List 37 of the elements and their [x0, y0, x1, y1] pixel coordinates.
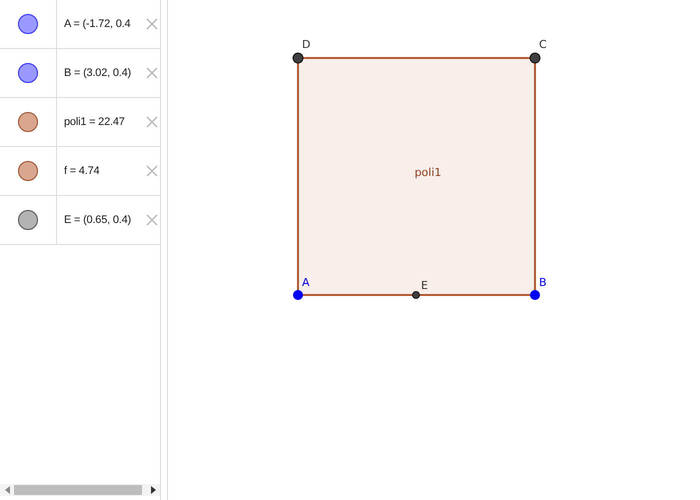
visibility-dot[interactable] [18, 63, 38, 83]
algebra-entry: E = (0.65, 0.4) [64, 214, 132, 226]
close-icon [146, 18, 158, 30]
point-label: A [302, 276, 310, 289]
point-label: D [302, 38, 310, 51]
close-icon [146, 214, 158, 226]
visibility-dot[interactable] [18, 112, 38, 132]
horizontal-scrollbar[interactable] [0, 484, 160, 496]
algebra-row[interactable]: E = (0.65, 0.4) [0, 196, 160, 245]
point[interactable] [293, 290, 303, 300]
polygon-label: poli1 [414, 166, 442, 179]
visibility-dot[interactable] [18, 14, 38, 34]
algebra-row[interactable]: B = (3.02, 0.4) [0, 49, 160, 98]
point[interactable] [530, 52, 540, 64]
point[interactable] [530, 290, 540, 300]
algebra-row[interactable]: f = 4.74 [0, 147, 160, 196]
visibility-dot[interactable] [18, 161, 38, 181]
point-label: B [539, 276, 547, 289]
graphics-view[interactable]: poli1 D C A E B [168, 0, 700, 500]
algebra-entry: B = (3.02, 0.4) [64, 67, 132, 79]
point[interactable] [412, 291, 420, 299]
visibility-dot[interactable] [18, 210, 38, 230]
square-polygon[interactable] [297, 57, 536, 296]
point[interactable] [292, 52, 304, 64]
algebra-entry: A = (-1.72, 0.4 [64, 18, 130, 30]
close-icon [146, 116, 158, 128]
algebra-entry: poli1 = 22.47 [64, 116, 125, 128]
point-label: C [539, 38, 547, 51]
left-arrow-icon[interactable] [4, 486, 10, 494]
algebra-row[interactable]: poli1 = 22.47 [0, 98, 160, 147]
scrollbar-thumb[interactable] [14, 485, 142, 495]
close-icon [146, 165, 158, 177]
close-icon [146, 67, 158, 79]
point-label: E [421, 279, 428, 292]
algebra-entry: f = 4.74 [64, 165, 100, 177]
algebra-row[interactable]: A = (-1.72, 0.4 [0, 0, 160, 49]
right-arrow-icon[interactable] [150, 486, 156, 494]
